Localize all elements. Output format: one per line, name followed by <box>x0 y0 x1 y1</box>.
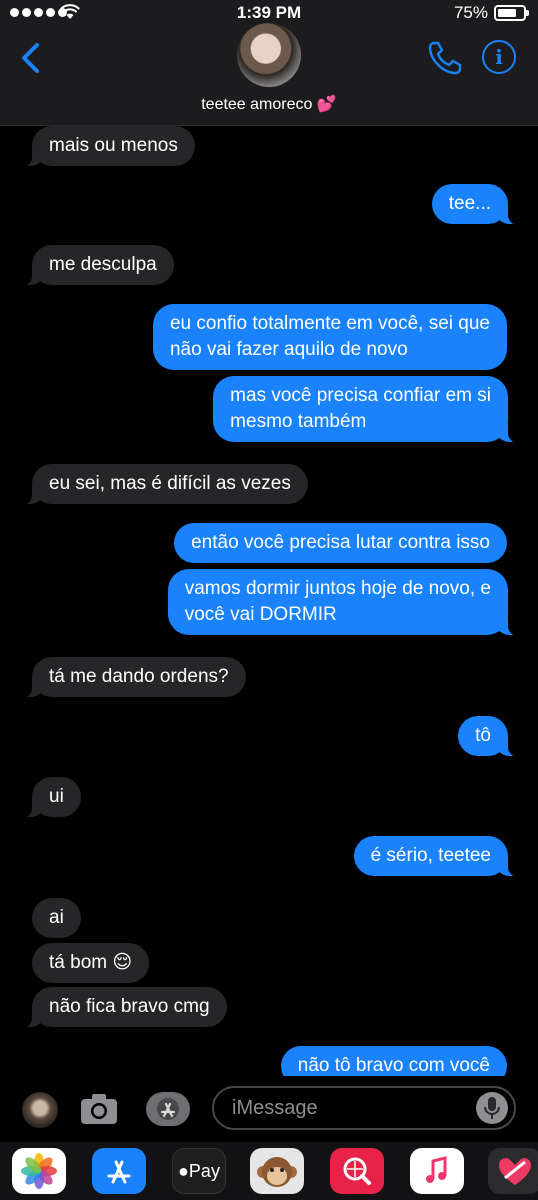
microphone-icon <box>484 1097 500 1119</box>
info-icon[interactable]: i <box>482 40 516 74</box>
message-text: então você precisa lutar contra isso <box>191 532 490 553</box>
message-bubble-incoming[interactable]: ui <box>20 777 81 818</box>
message-line: vamos dormir juntos hoje de novo, e <box>184 578 491 599</box>
apple-pay-label: Pay <box>188 1161 220 1181</box>
message-bubble-outgoing[interactable]: tô <box>458 716 520 757</box>
message-bubble-outgoing[interactable]: eu confio totalmente em você, sei que nã… <box>152 304 507 370</box>
message-line: não vai fazer aquilo de novo <box>169 339 408 360</box>
message-bubble-incoming[interactable]: tá bom 😌 <box>32 943 150 983</box>
apple-logo-icon: ● <box>178 1161 189 1181</box>
apps-button[interactable] <box>146 1092 190 1126</box>
message-bubble-incoming[interactable]: ai <box>32 898 81 938</box>
message-text: eu sei, mas é difícil as vezes <box>49 473 291 494</box>
message-line: você vai DORMIR <box>184 604 337 625</box>
search-images-icon[interactable] <box>330 1148 384 1194</box>
message-bubble-incoming[interactable]: mais ou menos <box>20 126 195 167</box>
message-text: me desculpa <box>49 254 157 275</box>
compose-bar: iMessage <box>0 1076 538 1142</box>
message-text: não fica bravo cmg <box>49 996 210 1017</box>
message-bubble-incoming[interactable]: não fica bravo cmg <box>20 987 227 1028</box>
message-text: mais ou menos <box>49 135 178 156</box>
back-chevron-icon[interactable] <box>16 40 46 76</box>
message-text: é sério, teetee <box>370 845 491 866</box>
apple-pay-icon[interactable]: ●Pay <box>172 1148 226 1194</box>
app-drawer: ●Pay <box>0 1142 538 1200</box>
message-bubble-outgoing[interactable]: então você precisa lutar contra isso <box>174 523 507 563</box>
conversation-header: teetee amoreco 💕 i <box>0 23 538 126</box>
camera-icon[interactable] <box>80 1092 118 1126</box>
message-bubble-incoming[interactable]: tá me dando ordens? <box>20 657 246 698</box>
message-bubble-outgoing[interactable]: não tô bravo com você <box>280 1046 507 1076</box>
message-bubble-incoming[interactable]: me desculpa <box>20 245 174 286</box>
message-text: tee... <box>448 193 491 214</box>
microphone-button[interactable] <box>476 1092 508 1124</box>
message-line: mesmo também <box>230 411 367 432</box>
message-text: ai <box>49 907 64 928</box>
digital-touch-heart-icon[interactable] <box>488 1148 538 1194</box>
message-text: ui <box>49 786 64 807</box>
contact-name-text: teetee amoreco <box>201 96 313 113</box>
recent-photo-thumbnail[interactable] <box>22 1092 58 1128</box>
contact-avatar[interactable] <box>237 23 301 87</box>
message-thread: mais ou menos tee... me desculpa eu conf… <box>0 126 538 1076</box>
message-input[interactable]: iMessage <box>212 1086 516 1130</box>
music-icon[interactable] <box>410 1148 464 1194</box>
animoji-monkey-icon[interactable] <box>250 1148 304 1194</box>
contact-name[interactable]: teetee amoreco 💕 <box>0 94 538 114</box>
phone-icon[interactable] <box>425 38 465 78</box>
app-store-icon <box>157 1098 179 1120</box>
battery-icon <box>494 5 529 21</box>
battery-percent: 75% <box>453 3 488 22</box>
message-bubble-outgoing[interactable]: é sério, teetee <box>353 836 521 877</box>
message-text: tá me dando ordens? <box>49 666 229 687</box>
message-bubble-outgoing[interactable]: tee... <box>431 184 521 225</box>
message-bubble-outgoing[interactable]: mas você precisa confiar em si mesmo tam… <box>213 376 520 443</box>
message-input-placeholder: iMessage <box>232 1097 318 1119</box>
message-line: mas você precisa confiar em si <box>230 385 491 406</box>
message-line: eu confio totalmente em você, sei que <box>169 313 490 334</box>
contact-emoji: 💕 <box>316 96 337 113</box>
message-text: tô <box>475 725 491 746</box>
app-store-icon[interactable] <box>92 1148 146 1194</box>
message-bubble-incoming[interactable]: eu sei, mas é difícil as vezes <box>20 464 308 505</box>
message-text: tá bom 😌 <box>49 952 133 973</box>
photos-app-icon[interactable] <box>12 1148 66 1194</box>
message-text: não tô bravo com você <box>297 1055 490 1076</box>
message-bubble-outgoing[interactable]: vamos dormir juntos hoje de novo, e você… <box>167 569 521 636</box>
